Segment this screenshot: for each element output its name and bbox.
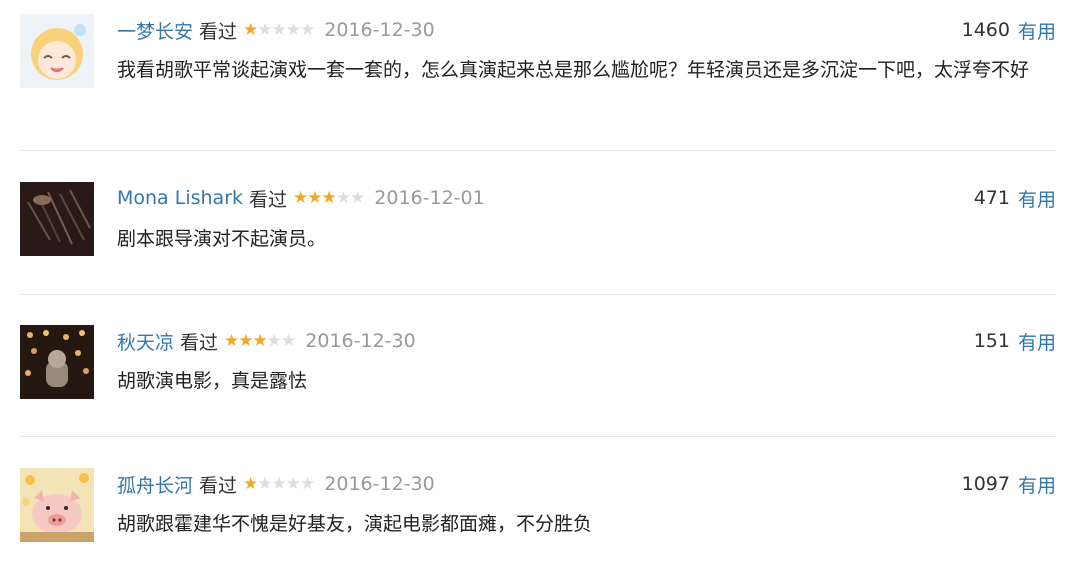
comment-header: 孤舟长河 看过 ★ ★ ★ ★ ★ 2016-12-30 bbox=[117, 469, 435, 499]
star-empty-icon: ★ bbox=[257, 474, 272, 494]
vote-area: 1460 有用 bbox=[962, 15, 1056, 45]
author-name[interactable]: 秋天凉 bbox=[117, 328, 174, 355]
star-empty-icon: ★ bbox=[300, 20, 315, 40]
comment-header: 秋天凉 看过 ★ ★ ★ ★ ★ 2016-12-30 bbox=[117, 326, 416, 356]
avatar[interactable] bbox=[20, 325, 94, 399]
watched-status: 看过 bbox=[180, 331, 219, 354]
star-empty-icon: ★ bbox=[271, 474, 287, 494]
star-rating: ★ ★ ★ ★ ★ bbox=[243, 20, 315, 40]
comment-text: 我看胡歌平常谈起演戏一套一套的，怎么真演起来总是那么尴尬呢？年轻演员还是多沉淀一… bbox=[117, 59, 1030, 81]
star-empty-icon: ★ bbox=[257, 20, 272, 40]
comment-date: 2016-12-01 bbox=[374, 187, 485, 209]
vote-count: 151 bbox=[973, 330, 1010, 352]
vote-area: 471 有用 bbox=[974, 183, 1056, 213]
useful-button[interactable]: 有用 bbox=[1018, 185, 1056, 212]
watched-status: 看过 bbox=[249, 188, 288, 211]
star-empty-icon: ★ bbox=[285, 20, 301, 40]
author-name[interactable]: Mona Lishark bbox=[117, 187, 243, 209]
comment-text: 胡歌演电影，真是露怯 bbox=[117, 370, 308, 392]
comment-date: 2016-12-30 bbox=[324, 473, 435, 495]
star-empty-icon: ★ bbox=[271, 20, 287, 40]
star-empty-icon: ★ bbox=[285, 474, 301, 494]
comment-date: 2016-12-30 bbox=[324, 19, 435, 41]
comment-header: Mona Lishark 看过 ★ ★ ★ ★ ★ 2016-12-01 bbox=[117, 183, 485, 213]
avatar[interactable] bbox=[20, 468, 94, 542]
star-filled-icon: ★ bbox=[252, 331, 268, 351]
divider bbox=[20, 150, 1056, 151]
star-empty-icon: ★ bbox=[281, 331, 296, 351]
avatar[interactable] bbox=[20, 182, 94, 256]
star-filled-icon: ★ bbox=[307, 188, 322, 208]
star-empty-icon: ★ bbox=[335, 188, 351, 208]
useful-button[interactable]: 有用 bbox=[1018, 471, 1056, 498]
star-rating: ★ ★ ★ ★ ★ bbox=[243, 474, 315, 494]
comment-header: 一梦长安 看过 ★ ★ ★ ★ ★ 2016-12-30 bbox=[117, 15, 435, 45]
watched-status: 看过 bbox=[199, 474, 238, 497]
useful-button[interactable]: 有用 bbox=[1018, 328, 1056, 355]
star-filled-icon: ★ bbox=[293, 188, 308, 208]
author-name[interactable]: 一梦长安 bbox=[117, 17, 193, 44]
avatar[interactable] bbox=[20, 14, 94, 88]
star-filled-icon: ★ bbox=[243, 20, 258, 40]
divider bbox=[20, 436, 1056, 437]
vote-area: 1097 有用 bbox=[962, 469, 1056, 499]
vote-count: 471 bbox=[973, 187, 1010, 209]
star-empty-icon: ★ bbox=[300, 474, 315, 494]
vote-count: 1097 bbox=[961, 473, 1010, 495]
star-filled-icon: ★ bbox=[243, 474, 258, 494]
comment-text: 剧本跟导演对不起演员。 bbox=[117, 228, 327, 250]
comment-date: 2016-12-30 bbox=[305, 330, 416, 352]
author-name[interactable]: 孤舟长河 bbox=[117, 471, 193, 498]
vote-count: 1460 bbox=[961, 19, 1010, 41]
star-filled-icon: ★ bbox=[238, 331, 253, 351]
star-empty-icon: ★ bbox=[266, 331, 282, 351]
divider bbox=[20, 294, 1056, 295]
star-empty-icon: ★ bbox=[350, 188, 365, 208]
vote-area: 151 有用 bbox=[974, 326, 1056, 356]
watched-status: 看过 bbox=[199, 20, 238, 43]
star-filled-icon: ★ bbox=[224, 331, 239, 351]
star-rating: ★ ★ ★ ★ ★ bbox=[224, 331, 296, 351]
comment-text: 胡歌跟霍建华不愧是好基友，演起电影都面瘫，不分胜负 bbox=[117, 513, 593, 535]
star-filled-icon: ★ bbox=[321, 188, 337, 208]
useful-button[interactable]: 有用 bbox=[1018, 17, 1056, 44]
star-rating: ★ ★ ★ ★ ★ bbox=[293, 188, 365, 208]
